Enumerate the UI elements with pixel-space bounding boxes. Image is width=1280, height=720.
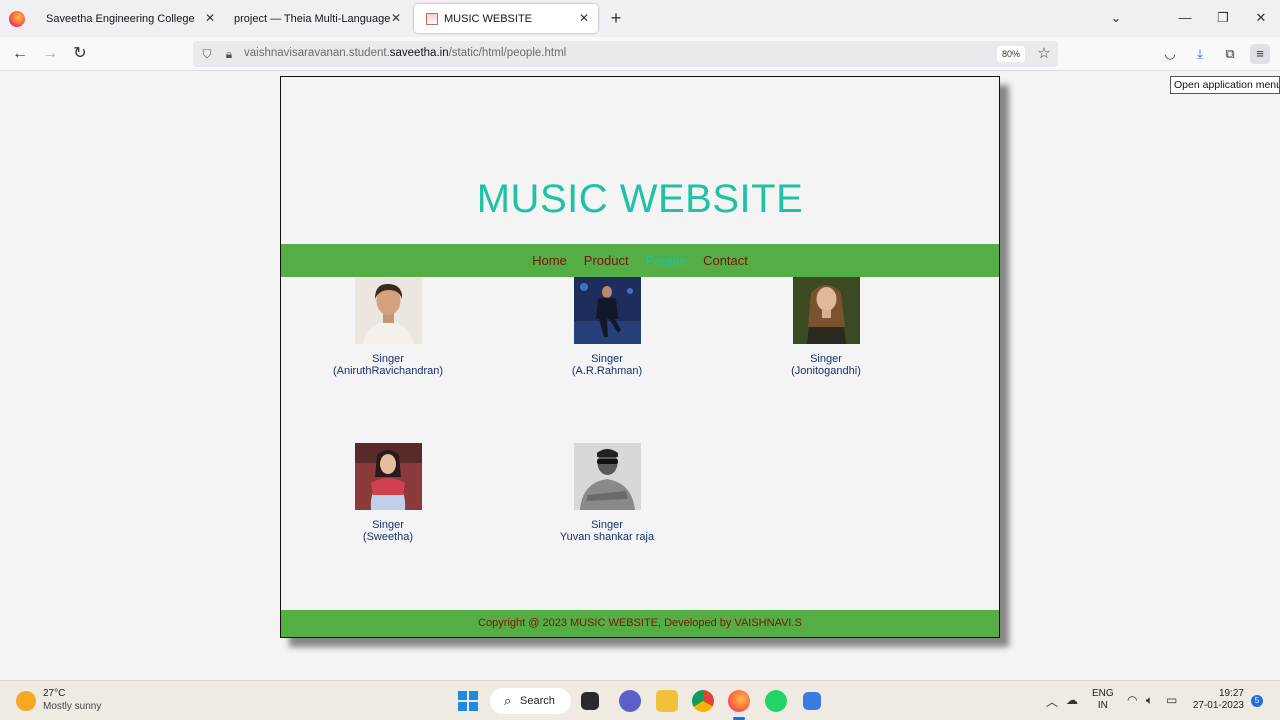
firefox-taskbar-icon[interactable] [728, 690, 750, 712]
person-role: Singer [372, 353, 404, 365]
person-name: (A.R.Rahman) [571, 365, 643, 377]
application-menu-icon[interactable]: ≡ [1250, 44, 1270, 64]
firefox-icon[interactable] [9, 11, 25, 27]
back-icon[interactable]: ← [9, 44, 31, 64]
page-favicon-icon [426, 12, 438, 25]
person-caption: Singer Yuvan shankar raja [527, 519, 687, 543]
tab-label: Saveetha Engineering College [46, 12, 195, 25]
onedrive-cloud-icon[interactable]: ☁ [1066, 693, 1078, 707]
new-tab-button[interactable]: + [606, 8, 626, 28]
person-role: Singer [810, 353, 842, 365]
bookmark-star-icon[interactable]: ☆ [1035, 45, 1053, 63]
singer-photo [573, 277, 641, 344]
site-nav-bar: Home Product People Contact [281, 244, 999, 277]
url-text[interactable]: vaishnavisaravanan.student.saveetha.in/s… [244, 47, 566, 59]
singer-photo [792, 277, 860, 344]
taskbar-search-button[interactable]: ⌕ Search [490, 688, 571, 714]
close-tab-icon[interactable]: ✕ [388, 10, 404, 26]
person-card: Singer (A.R.Rahman) [527, 277, 687, 377]
weather-description[interactable]: Mostly sunny [43, 701, 101, 712]
singer-photo [573, 443, 641, 510]
battery-icon[interactable]: ▭ [1166, 693, 1177, 707]
region-code: IN [1097, 700, 1108, 711]
person-card: Singer (Sweetha) [308, 443, 468, 543]
person-name: (AniruthRavichandran) [332, 365, 444, 377]
search-icon: ⌕ [504, 693, 512, 708]
teams-chat-icon[interactable] [619, 690, 641, 712]
person-card: Singer Yuvan shankar raja [527, 443, 687, 543]
person-card: Singer (AniruthRavichandran) [308, 277, 468, 377]
system-clock[interactable]: 19:27 27-01-2023 [1190, 688, 1244, 712]
nav-link-home[interactable]: Home [532, 253, 567, 268]
nav-link-people[interactable]: People [646, 253, 686, 268]
chrome-icon[interactable] [692, 690, 714, 712]
file-explorer-icon[interactable] [656, 690, 678, 712]
application-menu-tooltip: Open application menu [1170, 76, 1280, 94]
clock-date: 27-01-2023 [1192, 700, 1244, 711]
weather-temperature[interactable]: 27°C [43, 688, 65, 699]
wifi-icon[interactable]: ◠ [1127, 693, 1137, 707]
nav-link-product[interactable]: Product [584, 253, 629, 268]
person-caption: Singer (Jonitogandhi) [746, 353, 906, 377]
search-label: Search [520, 695, 555, 707]
tab-label: project — Theia Multi-Language Ex [234, 12, 392, 25]
person-role: Singer [372, 519, 404, 531]
address-bar[interactable]: ⛉ 🔒︎ vaishnavisaravanan.student.saveetha… [193, 41, 1058, 67]
person-role: Singer [591, 519, 623, 531]
input-language[interactable]: ENG IN [1092, 688, 1114, 712]
snipping-tool-icon[interactable] [803, 692, 821, 710]
notification-badge[interactable]: 5 [1251, 695, 1263, 707]
task-view-icon[interactable] [581, 692, 599, 710]
site-footer: Copyright @ 2023 MUSIC WEBSITE, Develope… [281, 610, 999, 637]
clock-time: 19:27 [1218, 688, 1244, 699]
tab-label: MUSIC WEBSITE [444, 12, 533, 25]
close-tab-icon[interactable]: ✕ [202, 10, 218, 26]
close-window-icon[interactable]: ✕ [1251, 8, 1271, 28]
url-domain: saveetha.in [389, 47, 449, 59]
list-all-tabs-icon[interactable]: ⌄ [1106, 8, 1126, 28]
person-card: Singer (Jonitogandhi) [746, 277, 906, 377]
nav-link-contact[interactable]: Contact [703, 253, 748, 268]
downloads-icon[interactable]: ⤓ [1190, 44, 1210, 64]
minimize-window-icon[interactable]: — [1175, 8, 1195, 28]
weather-sun-cloud-icon[interactable] [16, 691, 36, 711]
person-caption: Singer (A.R.Rahman) [527, 353, 687, 377]
tab-music-website[interactable]: MUSIC WEBSITE ✕ [414, 4, 598, 33]
tab-bar: Saveetha Engineering College ✕ project —… [0, 0, 1280, 37]
person-caption: Singer (AniruthRavichandran) [308, 353, 468, 377]
lang-code: ENG [1092, 688, 1114, 699]
singer-photo [354, 277, 422, 344]
taskbar: 27°C Mostly sunny ⌕ Search ︿ ☁ ENG IN ◠ … [0, 680, 1280, 720]
volume-icon[interactable]: 🔈︎ [1146, 693, 1153, 708]
restore-window-icon[interactable]: ❐ [1213, 8, 1233, 28]
person-name: (Sweetha) [362, 531, 414, 543]
person-name: Yuvan shankar raja [559, 531, 655, 543]
tracking-protection-shield-icon[interactable]: ⛉ [199, 46, 215, 62]
singer-photo [354, 443, 422, 510]
person-role: Singer [591, 353, 623, 365]
url-path: /static/html/people.html [448, 47, 567, 59]
show-hidden-icons-icon[interactable]: ︿ [1046, 693, 1058, 710]
reload-icon[interactable]: ↻ [69, 44, 91, 64]
music-website-page: MUSIC WEBSITE Home Product People Contac… [280, 76, 1000, 638]
person-caption: Singer (Sweetha) [308, 519, 468, 543]
site-title: MUSIC WEBSITE [476, 177, 804, 221]
navigation-toolbar: ← → ↻ ⛉ 🔒︎ vaishnavisaravanan.student.sa… [0, 37, 1280, 71]
site-lock-icon[interactable]: 🔒︎ [221, 46, 237, 62]
close-tab-icon[interactable]: ✕ [576, 10, 592, 26]
url-prefix: vaishnavisaravanan.student. [244, 47, 390, 59]
tab-theia[interactable]: project — Theia Multi-Language Ex ✕ [222, 4, 410, 33]
whatsapp-icon[interactable] [765, 690, 787, 712]
forward-icon[interactable]: → [39, 44, 61, 64]
zoom-level-button[interactable]: 80% [997, 46, 1025, 62]
tab-saveetha[interactable]: Saveetha Engineering College ✕ [34, 4, 224, 33]
pocket-icon[interactable]: ◡ [1160, 44, 1180, 64]
person-name: (Jonitogandhi) [791, 365, 861, 377]
windows-start-icon[interactable] [458, 691, 478, 711]
extensions-icon[interactable]: ⧉ [1220, 44, 1240, 64]
